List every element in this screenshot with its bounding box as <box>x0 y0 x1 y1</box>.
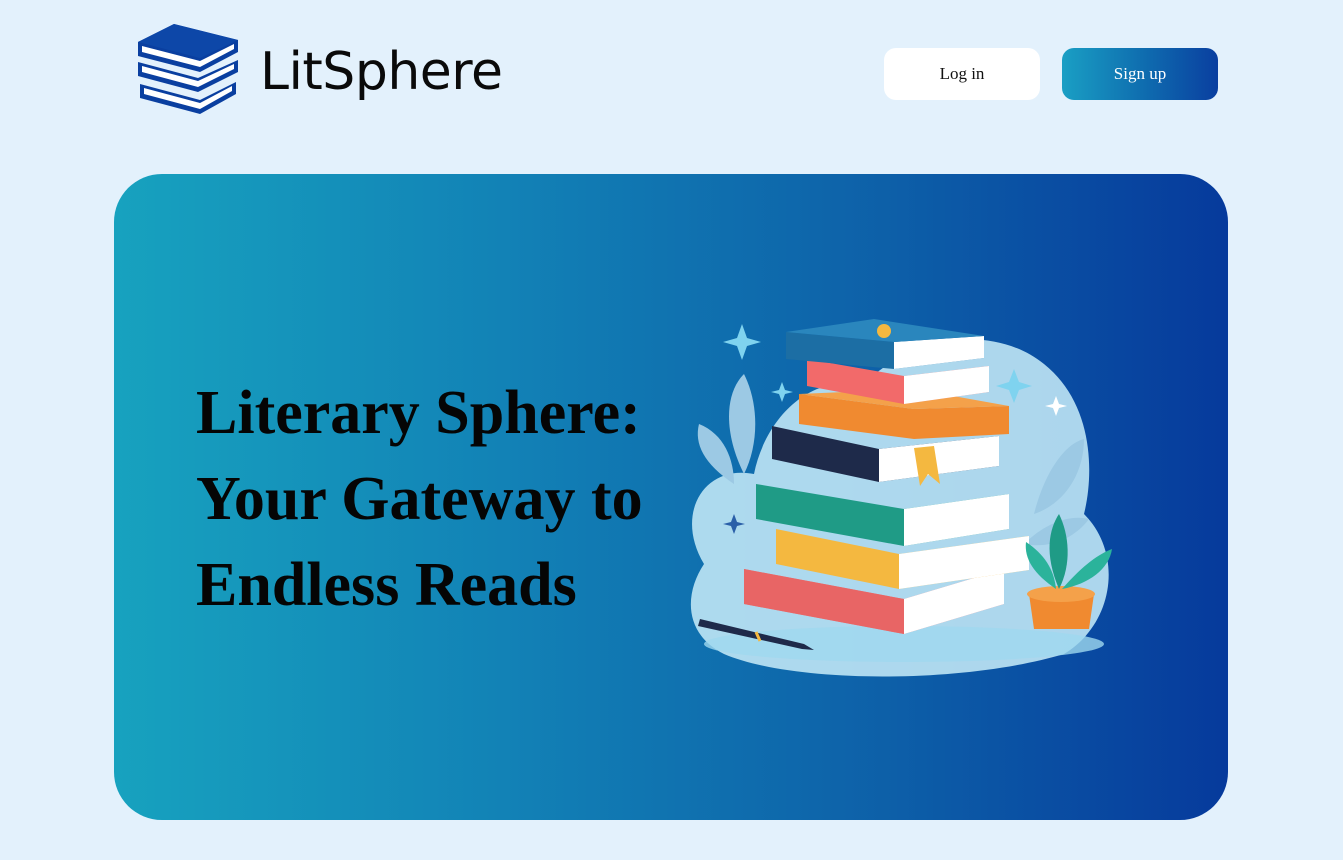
stack-of-books-illustration <box>690 319 1112 677</box>
brand-name: LitSphere <box>260 42 503 102</box>
hero-title-line: Your Gateway to <box>196 465 643 533</box>
hero-title: Literary Sphere: Your Gateway to Endless… <box>196 370 666 628</box>
hero-title-line: Literary Sphere: <box>196 379 641 447</box>
hero-banner: Literary Sphere: Your Gateway to Endless… <box>114 174 1228 820</box>
login-button[interactable]: Log in <box>884 48 1040 100</box>
books-logo-icon <box>138 24 238 114</box>
hero-title-line: Endless Reads <box>196 551 577 619</box>
site-header: LitSphere Log in Sign up <box>0 0 1343 150</box>
signup-button[interactable]: Sign up <box>1062 48 1218 100</box>
brand[interactable]: LitSphere <box>134 22 503 122</box>
